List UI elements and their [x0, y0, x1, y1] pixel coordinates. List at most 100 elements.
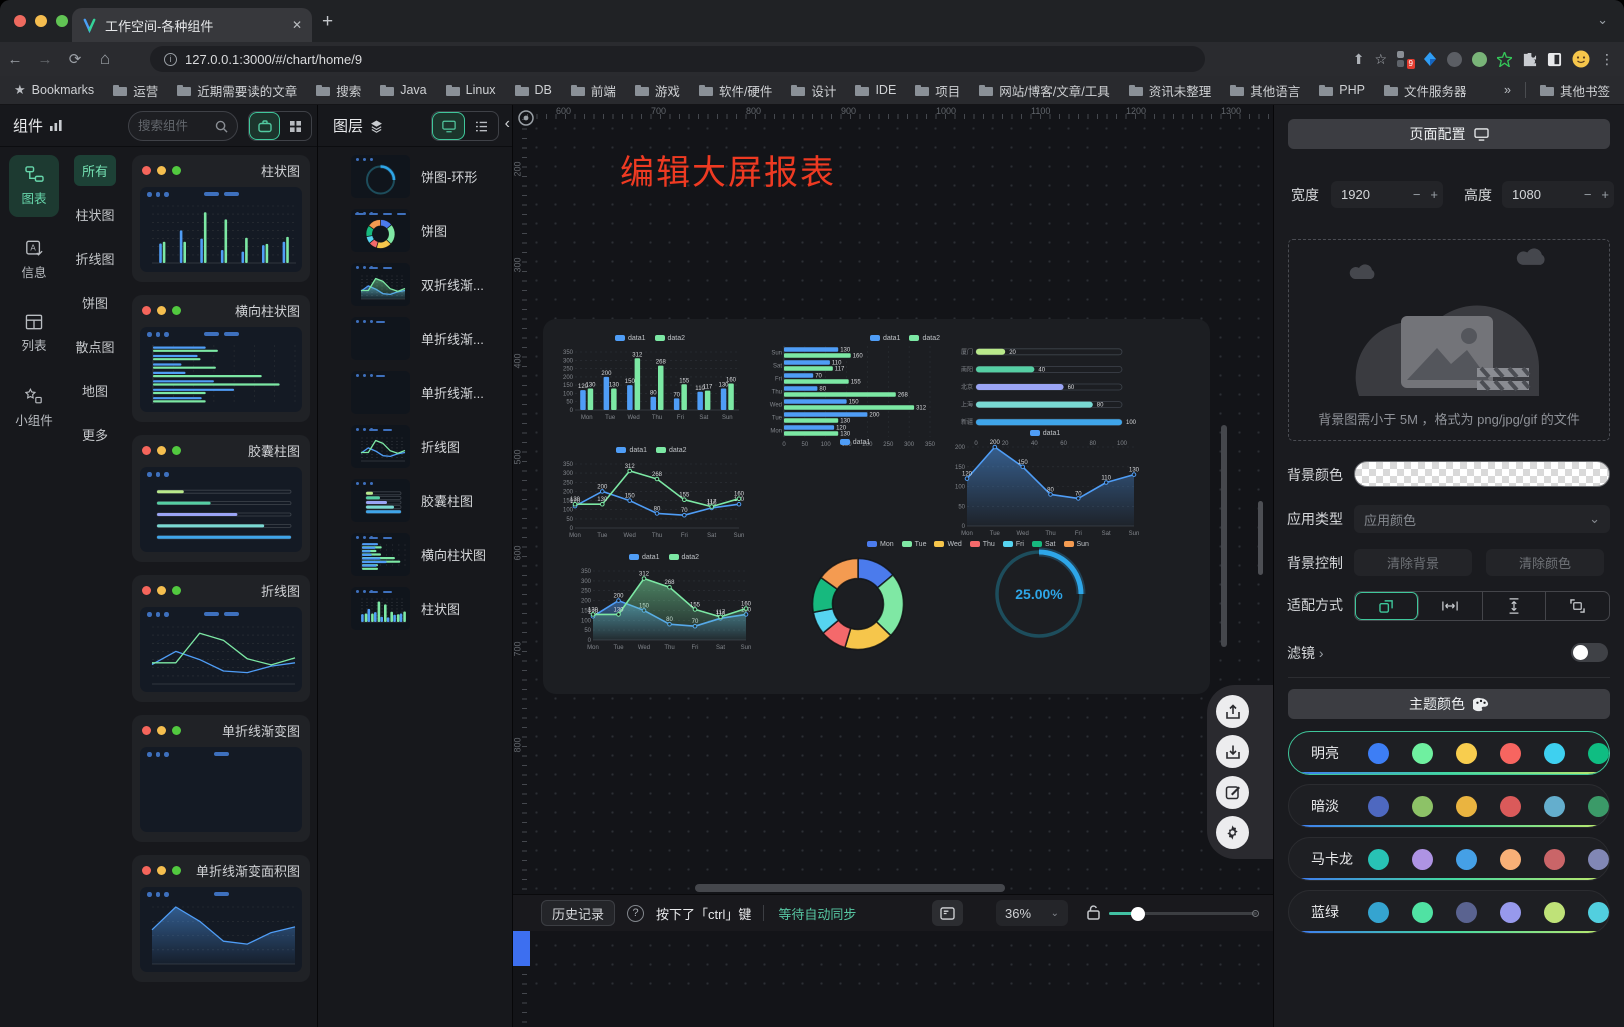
fit-auto-button[interactable] — [1355, 592, 1419, 620]
category-item[interactable]: 所有 — [74, 155, 116, 186]
share-icon[interactable]: ⬆ — [1353, 51, 1365, 68]
background-upload-dropzone[interactable]: 背景图需小于 5M ，格式为 png/jpg/gif 的文件 — [1288, 239, 1610, 441]
bookmark-folder[interactable]: 近期需要读的文章 — [177, 81, 297, 100]
canvas-chart-ring[interactable]: 25.00% — [991, 546, 1087, 642]
category-item[interactable]: 更多 — [74, 419, 116, 450]
clear-color-button[interactable]: 清除颜色 — [1486, 549, 1604, 576]
bookmark-folder[interactable]: 前端 — [571, 81, 616, 100]
component-card-hbar[interactable]: 横向柱状图 — [132, 295, 310, 422]
settings-button[interactable] — [1216, 816, 1249, 849]
browser-tab[interactable]: 工作空间-各种组件 ✕ — [72, 8, 312, 42]
decrease-icon[interactable]: − — [1579, 187, 1597, 202]
zoom-select[interactable]: 36%⌄ — [996, 900, 1068, 926]
single-view-button[interactable] — [249, 112, 280, 140]
collapse-panel-icon[interactable]: ‹ — [505, 115, 510, 133]
forward-icon[interactable]: → — [30, 51, 60, 68]
canvas-chart-dual-area[interactable]: data1data2050100150200250300350MonTueWed… — [576, 551, 752, 651]
thumbnail-view-button[interactable] — [432, 112, 465, 140]
layer-item-ring[interactable]: 饼图-环形 — [318, 149, 512, 203]
page-config-header[interactable]: 页面配置 — [1288, 119, 1610, 149]
history-button[interactable]: 历史记录 — [541, 900, 615, 926]
theme-row-蓝绿[interactable]: 蓝绿 — [1288, 890, 1610, 934]
fit-stretch-button[interactable] — [1546, 592, 1609, 620]
reload-icon[interactable]: ⟳ — [60, 50, 90, 68]
slider-knob[interactable] — [1131, 907, 1145, 921]
address-bar[interactable]: i 127.0.0.1:3000/#/chart/home/9 — [150, 46, 1205, 72]
grid-view-button[interactable] — [280, 112, 311, 140]
decrease-icon[interactable]: − — [1408, 187, 1426, 202]
bookmark-folder[interactable]: 运营 — [113, 81, 158, 100]
fit-height-button[interactable] — [1483, 592, 1547, 620]
ruler-visibility-icon[interactable] — [517, 109, 535, 127]
component-search[interactable] — [128, 111, 238, 141]
canvas-chart-gradient-line[interactable]: data1050100150200MonTueWedThuFriSatSun — [762, 436, 948, 539]
edit-button[interactable] — [1216, 776, 1249, 809]
back-icon[interactable]: ← — [0, 51, 30, 68]
clear-background-button[interactable]: 清除背景 — [1354, 549, 1472, 576]
import-button[interactable] — [1216, 735, 1249, 768]
tab-close-icon[interactable]: ✕ — [292, 18, 302, 32]
layer-item-hbar[interactable]: 横向柱状图 — [318, 527, 512, 581]
increase-icon[interactable]: + — [1425, 187, 1443, 202]
component-card-area1[interactable]: 单折线渐变面积图 — [132, 855, 310, 982]
puzzle-extension-icon[interactable] — [1522, 52, 1537, 67]
extension-icon[interactable] — [1472, 52, 1487, 67]
theme-row-马卡龙[interactable]: 马卡龙 — [1288, 837, 1610, 881]
export-button[interactable] — [1216, 695, 1249, 728]
canvas-chart-pie[interactable]: MonTueWedThuFriSatSun — [803, 537, 1153, 665]
kite-extension-icon[interactable] — [1423, 52, 1437, 66]
bookmark-folder[interactable]: IDE — [855, 81, 896, 100]
panel-scrollbar[interactable] — [1258, 501, 1263, 575]
bookmark-folder[interactable]: DB — [515, 81, 552, 100]
zoom-slider[interactable] — [1109, 912, 1257, 915]
other-bookmarks-folder[interactable]: 其他书签 — [1540, 81, 1610, 100]
bookmark-folder[interactable]: Linux — [446, 81, 496, 100]
category-item[interactable]: 地图 — [74, 375, 116, 406]
maximize-window-button[interactable] — [56, 15, 68, 27]
layer-item-line1[interactable]: 单折线渐... — [318, 311, 512, 365]
component-card-bar[interactable]: 柱状图 — [132, 155, 310, 282]
tab-overflow-icon[interactable]: ⌄ — [1597, 12, 1608, 28]
height-stepper[interactable]: 1080 − + — [1502, 181, 1614, 208]
search-input[interactable] — [138, 119, 211, 133]
bookmark-folder[interactable]: 其他语言 — [1230, 81, 1300, 100]
home-icon[interactable]: ⌂ — [90, 49, 120, 69]
rail-item-widgets[interactable]: 小组件 — [9, 377, 59, 439]
layer-item-bar[interactable]: 柱状图 — [318, 581, 512, 635]
canvas-chart-bar[interactable]: data1data2050100150200250300350Mon120130… — [558, 332, 742, 421]
help-icon[interactable]: ? — [627, 905, 644, 922]
height-value[interactable]: 1080 — [1512, 187, 1579, 202]
filter-toggle[interactable] — [1571, 643, 1608, 662]
bookmark-folder[interactable]: 设计 — [791, 81, 836, 100]
layout-panel-button[interactable] — [932, 900, 963, 926]
theme-row-暗淡[interactable]: 暗淡 — [1288, 784, 1610, 828]
canvas-chart-gradient-area[interactable]: data1050100150200MonTueWedThuFriSatSun12… — [950, 427, 1140, 537]
layer-item-line1[interactable]: 单折线渐... — [318, 365, 512, 419]
increase-icon[interactable]: + — [1596, 187, 1614, 202]
rail-item-charts[interactable]: 图表 — [9, 155, 59, 217]
bookmarks-manager[interactable]: ★ Bookmarks — [14, 82, 94, 98]
bookmark-folder[interactable]: PHP — [1319, 81, 1365, 100]
close-window-button[interactable] — [14, 15, 26, 27]
component-card-line1[interactable]: 单折线渐变图 — [132, 715, 310, 842]
component-card-capsule[interactable]: 胶囊柱图 — [132, 435, 310, 562]
width-value[interactable]: 1920 — [1341, 187, 1408, 202]
category-item[interactable]: 散点图 — [67, 331, 122, 362]
bookmark-folder[interactable]: 文件服务器 — [1384, 81, 1467, 100]
canvas-chart-hbar[interactable]: data1data2050100150200250300350Sun130160… — [766, 332, 944, 447]
reader-mode-icon[interactable] — [1547, 52, 1562, 67]
new-tab-button[interactable]: + — [322, 11, 333, 33]
canvas-text-title[interactable]: 编辑大屏报表 — [620, 145, 836, 194]
profile-avatar-icon[interactable] — [1572, 50, 1590, 68]
design-canvas[interactable]: 6007008009001000110012001300 20030040050… — [513, 105, 1273, 1027]
app-type-select[interactable]: 应用颜色 ⌄ — [1354, 505, 1610, 533]
layer-item-line2[interactable]: 折线图 — [318, 419, 512, 473]
layer-item-pie[interactable]: 饼图 — [318, 203, 512, 257]
category-item[interactable]: 柱状图 — [67, 199, 122, 230]
site-info-icon[interactable]: i — [164, 53, 177, 66]
bookmark-folder[interactable]: 项目 — [915, 81, 960, 100]
theme-row-明亮[interactable]: 明亮 — [1288, 731, 1610, 775]
category-item[interactable]: 折线图 — [67, 243, 122, 274]
theme-color-header[interactable]: 主题颜色 — [1288, 689, 1610, 719]
component-card-line2[interactable]: 折线图 — [132, 575, 310, 702]
